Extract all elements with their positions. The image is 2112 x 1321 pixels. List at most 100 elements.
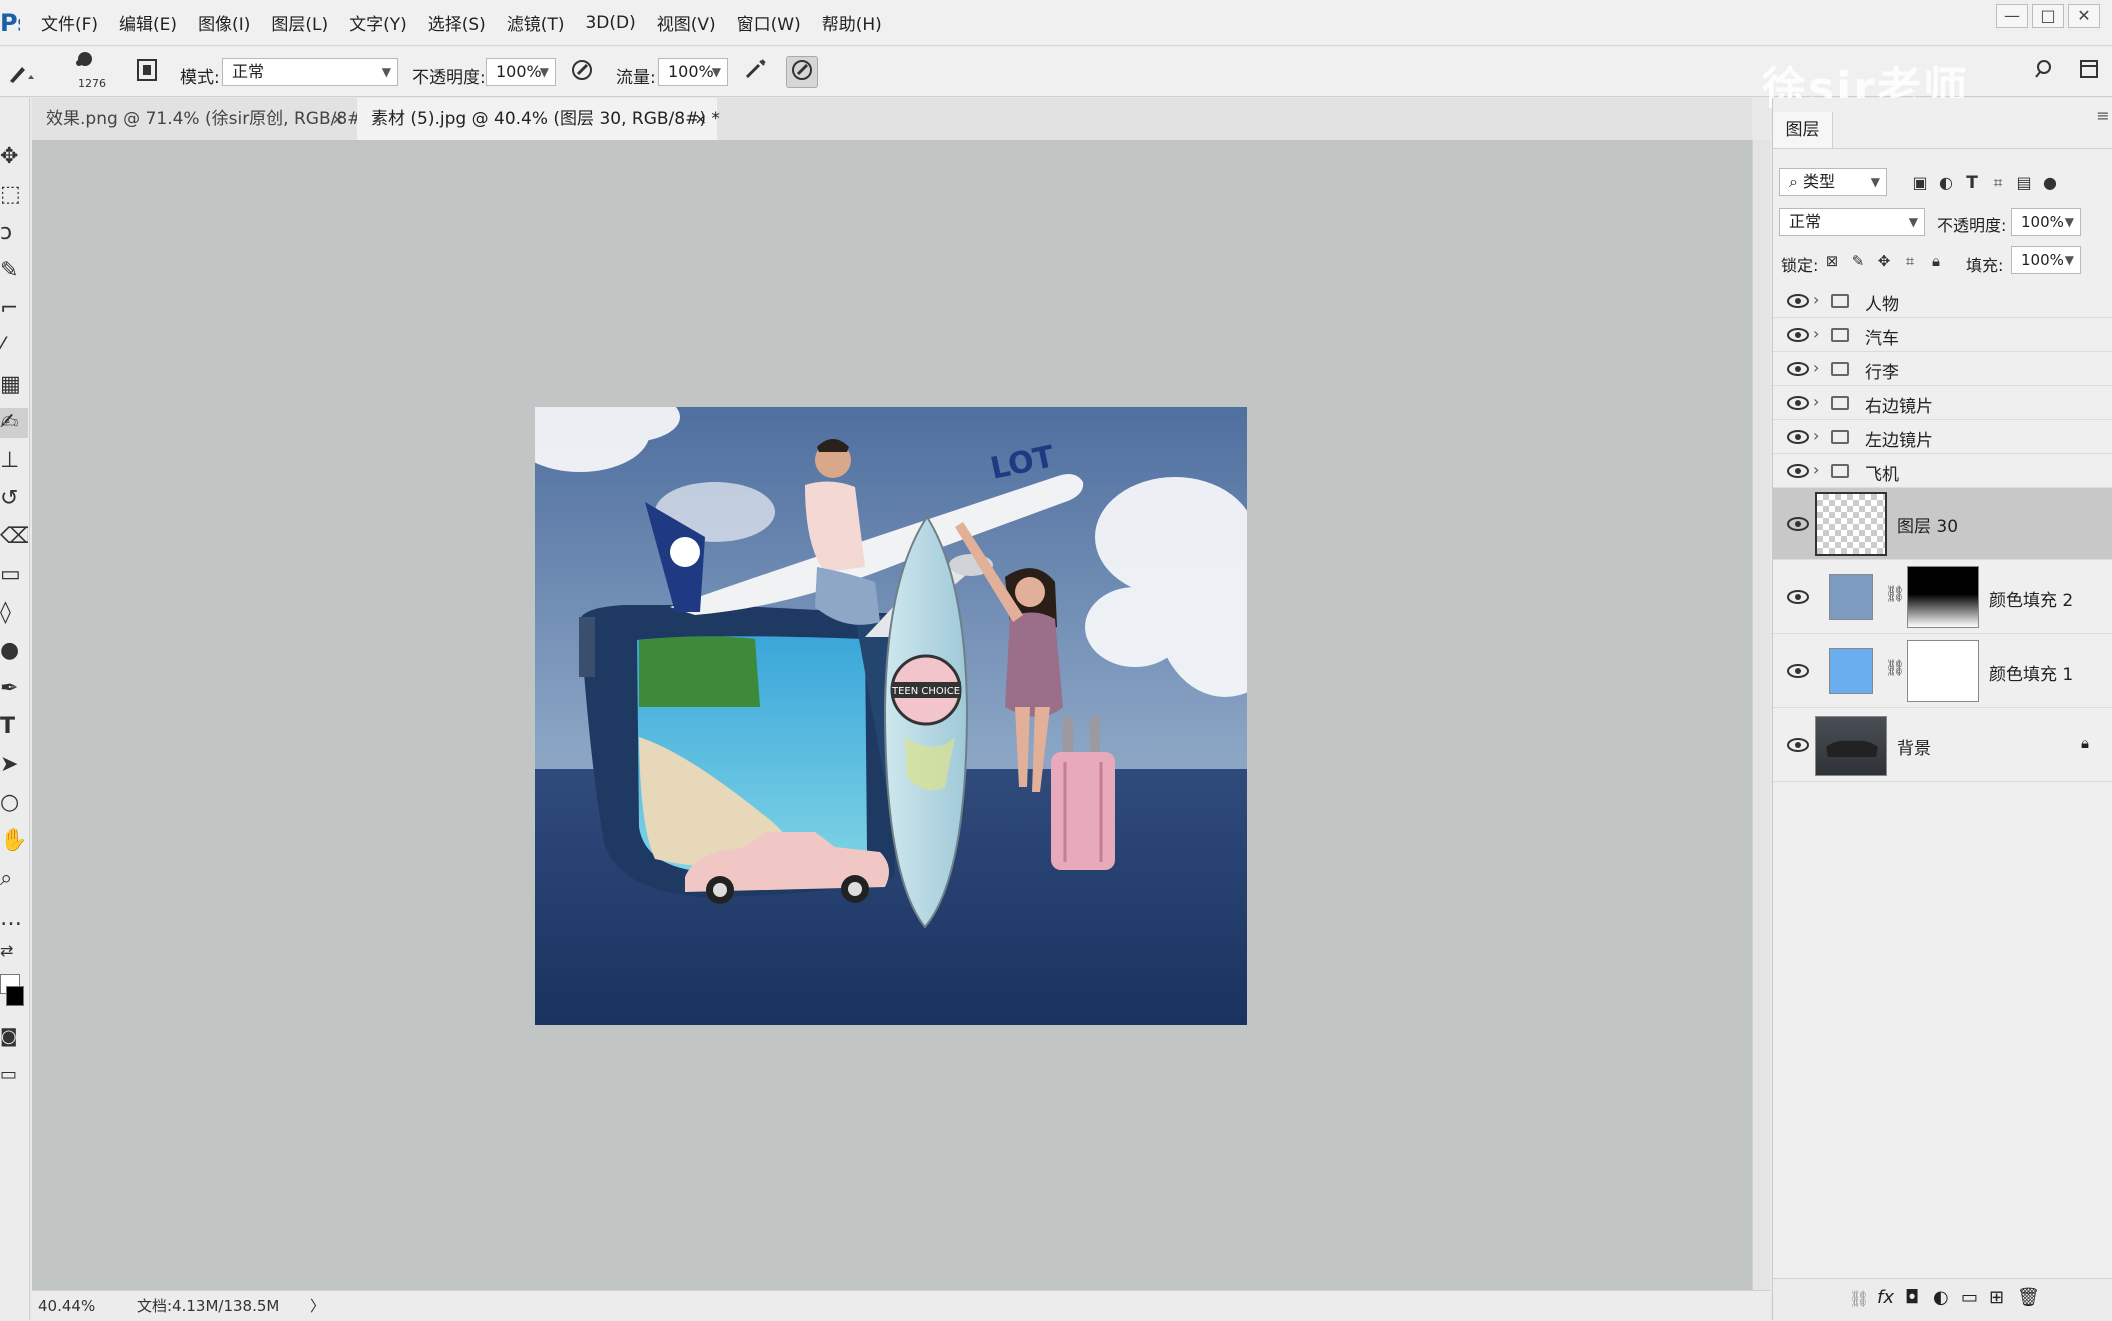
eye-icon[interactable] [1787,517,1809,531]
menu-help[interactable]: 帮助(H) [822,10,882,35]
tab-effect-png[interactable]: 效果.png @ 71.4% (徐sir原创, RGB/8#) * × [32,98,382,140]
screen-mode-icon[interactable]: ▭ [0,1060,28,1090]
layer-name[interactable]: 背景 [1897,734,1931,759]
menu-type[interactable]: 文字(Y) [349,10,407,35]
menu-layer[interactable]: 图层(L) [271,10,328,35]
toolbar-grip-icon[interactable]: ▬ [0,102,28,112]
expand-chevron-icon[interactable]: › [1813,324,1819,343]
layer-name[interactable]: 图层 30 [1897,512,1958,537]
workspace-icon[interactable] [2074,57,2104,87]
eye-icon[interactable] [1787,362,1809,376]
document-canvas[interactable]: LOT TEEN CHOICE [535,407,1247,1025]
ellipse-tool-icon[interactable]: ○ [0,788,28,818]
layer-mask-thumbnail[interactable] [1907,640,1979,702]
stamp-tool-icon[interactable]: ⊥ [0,446,28,476]
lock-all-icon[interactable]: 🔒︎ [1921,246,1951,276]
flow-input[interactable]: 100% ▼ [658,58,728,86]
lock-icon[interactable]: 🔒︎ [2081,734,2089,752]
menu-image[interactable]: 图像(I) [198,10,250,35]
menu-filter[interactable]: 滤镜(T) [507,10,565,35]
brush-tool-icon[interactable]: ✍ [0,408,28,438]
expand-chevron-icon[interactable]: › [1813,392,1819,411]
layer-group-row[interactable]: › 飞机 [1773,454,2112,488]
close-tab-icon[interactable]: × [694,98,707,140]
brush-tool-preset-icon[interactable] [4,57,34,87]
more-tools-icon[interactable]: … [0,904,28,934]
menu-3d[interactable]: 3D(D) [585,13,635,33]
eye-icon[interactable] [1787,430,1809,444]
layer-fill-input[interactable]: 100% ▼ [2011,246,2081,274]
type-tool-icon[interactable]: T [0,712,28,742]
blend-mode-select[interactable]: 正常 ▼ [1779,208,1925,236]
layer-group-row[interactable]: › 汽车 [1773,318,2112,352]
pressure-size-icon[interactable] [786,56,818,88]
tab-source-jpg[interactable]: 素材 (5).jpg @ 40.4% (图层 30, RGB/8#) * × [357,98,720,140]
layer-name[interactable]: 左边镜片 [1865,426,1933,451]
fill-color-thumbnail[interactable] [1829,574,1873,620]
zoom-tool-icon[interactable]: ⌕ [0,864,28,894]
link-icon[interactable]: ⛓ [1885,658,1905,677]
menu-file[interactable]: 文件(F) [41,10,98,35]
layer-row-selected[interactable]: 图层 30 [1773,488,2112,560]
expand-chevron-icon[interactable]: › [1813,290,1819,309]
layer-name[interactable]: 颜色填充 2 [1989,586,2073,611]
zoom-level[interactable]: 40.44% [38,1291,95,1321]
opacity-input[interactable]: 100% ▼ [486,58,556,86]
menu-window[interactable]: 窗口(W) [737,10,801,35]
menu-edit[interactable]: 编辑(E) [119,10,177,35]
dodge-tool-icon[interactable]: ● [0,636,28,666]
expand-chevron-icon[interactable]: › [1813,358,1819,377]
quick-mask-icon[interactable]: ◙ [0,1022,28,1052]
brush-panel-icon[interactable] [132,57,162,87]
path-select-tool-icon[interactable]: ➤ [0,750,28,780]
layer-row[interactable]: ⛓ 颜色填充 1 [1773,634,2112,708]
layer-thumbnail[interactable] [1815,492,1887,556]
layer-name[interactable]: 汽车 [1865,324,1899,349]
layer-group-row[interactable]: › 左边镜片 [1773,420,2112,454]
maximize-button[interactable]: □ [2032,4,2064,28]
eye-icon[interactable] [1787,464,1809,478]
eyedropper-tool-icon[interactable]: ⁄ [0,332,28,362]
lasso-tool-icon[interactable]: ↄ [0,218,28,248]
eye-icon[interactable] [1787,396,1809,410]
background-thumbnail[interactable] [1815,716,1887,776]
link-icon[interactable]: ⛓ [1885,584,1905,603]
adjustment-layer-icon[interactable]: ◐ [1933,1287,1949,1308]
gradient-tool-icon[interactable]: ▭ [0,560,28,590]
foreground-color-swatch[interactable] [6,986,24,1006]
move-tool-icon[interactable]: ✥ [0,142,28,172]
eye-icon[interactable] [1787,738,1809,752]
new-group-icon[interactable]: ▭ [1961,1287,1978,1308]
blur-tool-icon[interactable]: ◊ [0,598,28,628]
quick-select-tool-icon[interactable]: ✎ [0,256,28,286]
status-menu-arrow[interactable]: 〉 [310,1291,325,1321]
pressure-opacity-icon[interactable] [567,57,597,87]
history-brush-tool-icon[interactable]: ↺ [0,484,28,514]
filter-toggle-icon[interactable]: ● [2035,168,2065,198]
search-icon[interactable] [2030,57,2060,87]
eye-icon[interactable] [1787,590,1809,604]
eye-icon[interactable] [1787,664,1809,678]
airbrush-icon[interactable] [740,57,770,87]
expand-chevron-icon[interactable]: › [1813,426,1819,445]
layer-name[interactable]: 人物 [1865,290,1899,315]
eraser-tool-icon[interactable]: ⌫ [0,522,28,552]
layer-row[interactable]: ⛓ 颜色填充 2 [1773,560,2112,634]
layer-name[interactable]: 飞机 [1865,460,1899,485]
layer-group-row[interactable]: › 人物 [1773,284,2112,318]
pen-tool-icon[interactable]: ✒ [0,674,28,704]
fx-icon[interactable]: fx [1877,1287,1894,1308]
add-mask-icon[interactable]: ◘ [1905,1287,1919,1308]
layer-mask-thumbnail[interactable] [1907,566,1979,628]
layer-opacity-input[interactable]: 100% ▼ [2011,208,2081,236]
layer-row-background[interactable]: 背景 🔒︎ [1773,708,2112,782]
panel-menu-icon[interactable]: ≡ [2093,98,2112,134]
menu-select[interactable]: 选择(S) [428,10,486,35]
close-button[interactable]: ✕ [2068,4,2100,28]
layer-group-row[interactable]: › 右边镜片 [1773,386,2112,420]
layer-name[interactable]: 右边镜片 [1865,392,1933,417]
eye-icon[interactable] [1787,328,1809,342]
patch-tool-icon[interactable]: ▦ [0,370,28,400]
fill-color-thumbnail[interactable] [1829,648,1873,694]
layer-filter-select[interactable]: ⌕ 类型 ▼ [1779,168,1887,196]
